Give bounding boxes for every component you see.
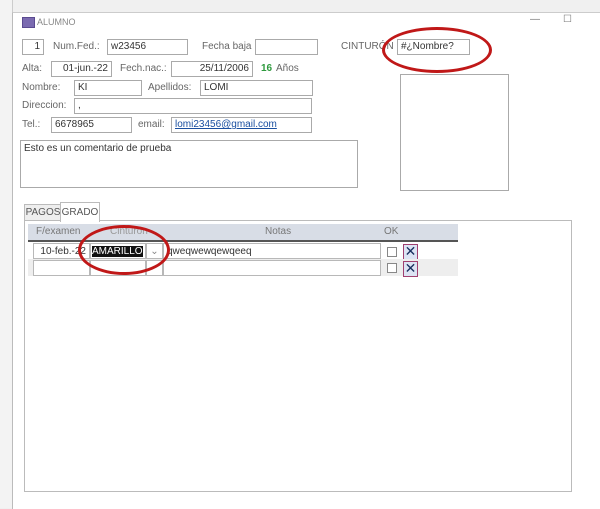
tel-field[interactable]: 6678965 xyxy=(51,117,132,133)
id-field[interactable]: 1 xyxy=(22,39,44,55)
alta-field[interactable]: 01-jun.-22 xyxy=(51,61,112,77)
row1-ok-checkbox[interactable] xyxy=(387,247,397,257)
fecha-baja-label: Fecha baja xyxy=(202,41,252,52)
annotation-circle xyxy=(382,27,492,73)
row1-notas[interactable]: qweqwewqewqeeq xyxy=(163,243,381,259)
row2-delete-button[interactable]: ✕ xyxy=(403,261,418,277)
form-icon xyxy=(22,17,35,28)
email-field[interactable]: lomi23456@gmail.com xyxy=(171,117,312,133)
row2-fecha[interactable] xyxy=(33,260,90,276)
apellidos-label: Apellidos: xyxy=(148,82,192,93)
fech-nac-label: Fech.nac.: xyxy=(120,63,167,74)
minimize-button[interactable]: — xyxy=(530,14,540,25)
row2-notas[interactable] xyxy=(163,260,381,276)
photo-frame xyxy=(400,74,509,191)
direccion-field[interactable]: , xyxy=(74,98,312,114)
fech-nac-field[interactable]: 25/11/2006 xyxy=(171,61,253,77)
alta-label: Alta: xyxy=(22,63,43,74)
tel-label: Tel.: xyxy=(22,119,41,130)
row2-ok-checkbox[interactable] xyxy=(387,263,397,273)
anos-label: Años xyxy=(276,63,299,74)
comentario-field[interactable]: Esto es un comentario de prueba xyxy=(20,140,358,188)
nombre-label: Nombre: xyxy=(22,82,61,93)
header-notas: Notas xyxy=(265,226,292,237)
age-value: 16 xyxy=(261,63,273,74)
header-fexamen: F/examen xyxy=(36,226,81,237)
direccion-label: Direccion: xyxy=(22,100,67,111)
num-fed-field[interactable]: w23456 xyxy=(107,39,188,55)
tab-grado[interactable]: GRADO xyxy=(60,202,100,222)
num-fed-label: Num.Fed.: xyxy=(53,41,100,52)
nombre-field[interactable]: KI xyxy=(74,80,142,96)
maximize-button[interactable]: ☐ xyxy=(563,14,572,25)
email-label: email: xyxy=(138,119,165,130)
fecha-baja-field[interactable] xyxy=(255,39,318,55)
annotation-circle-grid xyxy=(78,225,170,275)
header-ok: OK xyxy=(384,226,399,237)
apellidos-field[interactable]: LOMI xyxy=(200,80,313,96)
window-title: ALUMNO xyxy=(37,17,76,27)
row1-delete-button[interactable]: ✕ xyxy=(403,244,418,260)
